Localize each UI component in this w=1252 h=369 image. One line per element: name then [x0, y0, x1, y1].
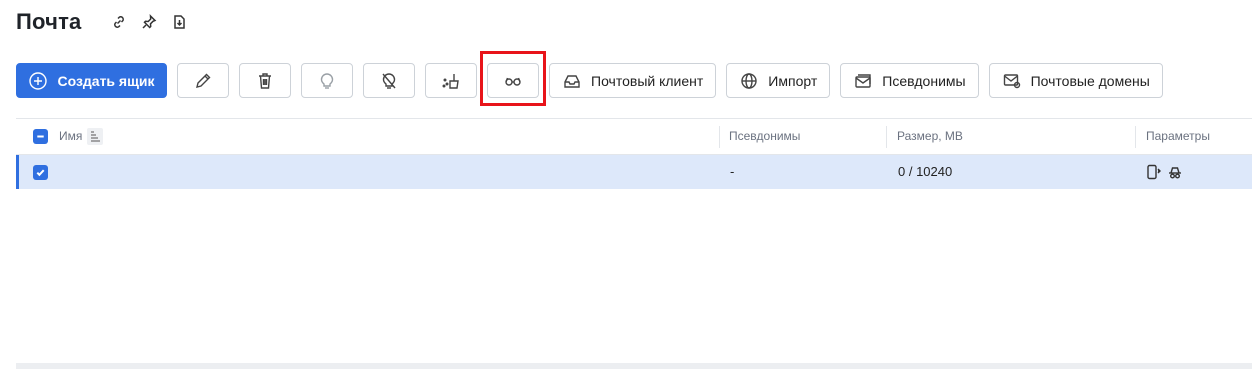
aliases-button[interactable]: Псевдонимы: [840, 63, 979, 98]
link-icon[interactable]: [110, 13, 128, 31]
globe-import-icon: [739, 71, 759, 91]
page-title: Почта: [16, 9, 82, 34]
delete-button[interactable]: [239, 63, 291, 98]
column-name[interactable]: Имя: [59, 119, 82, 154]
envelope-stack-icon: [853, 71, 873, 91]
row-checkbox[interactable]: [33, 165, 48, 180]
clean-button[interactable]: [425, 63, 477, 98]
table-header: Имя Псевдонимы Размер, MB Параметры: [16, 119, 1252, 155]
pencil-icon: [193, 71, 213, 91]
enable-button[interactable]: [301, 63, 353, 98]
column-params[interactable]: Параметры: [1146, 119, 1210, 154]
view-button[interactable]: [487, 63, 539, 98]
plus-circle-icon: [28, 71, 48, 91]
row-params: [1146, 164, 1183, 185]
column-divider[interactable]: [719, 126, 720, 148]
import-label: Импорт: [768, 72, 818, 89]
phone-forward-icon: [1146, 164, 1162, 185]
column-divider[interactable]: [886, 126, 887, 148]
create-mailbox-label: Создать ящик: [57, 72, 155, 89]
table-row[interactable]: - 0 / 10240: [16, 155, 1252, 189]
column-size[interactable]: Размер, MB: [897, 119, 963, 154]
sort-icon[interactable]: [87, 128, 103, 145]
aliases-label: Псевдонимы: [882, 72, 966, 89]
horizontal-scrollbar[interactable]: [16, 363, 1252, 369]
column-aliases[interactable]: Псевдонимы: [729, 119, 800, 154]
toolbar: Создать ящик Почтовый клиент Импорт Псев…: [16, 63, 1173, 98]
edit-button[interactable]: [177, 63, 229, 98]
export-icon[interactable]: [170, 13, 188, 31]
inbox-icon: [562, 71, 582, 91]
row-aliases: -: [730, 164, 735, 179]
clean-icon: [441, 71, 461, 91]
row-size: 0 / 10240: [898, 164, 953, 179]
mailbox-table: Имя Псевдонимы Размер, MB Параметры - 0 …: [16, 118, 1252, 364]
select-all-checkbox[interactable]: [33, 129, 48, 144]
glasses-icon: [503, 71, 523, 91]
pin-icon[interactable]: [140, 13, 158, 31]
mail-domains-label: Почтовые домены: [1030, 72, 1150, 89]
column-divider[interactable]: [1135, 126, 1136, 148]
incognito-icon: [1167, 164, 1183, 185]
import-button[interactable]: Импорт: [726, 63, 831, 98]
mail-client-button[interactable]: Почтовый клиент: [549, 63, 717, 98]
bulb-off-icon: [379, 71, 399, 91]
bulb-icon: [317, 71, 337, 91]
title-actions: [110, 13, 188, 31]
disable-button[interactable]: [363, 63, 415, 98]
trash-icon: [255, 71, 275, 91]
mail-client-label: Почтовый клиент: [591, 72, 704, 89]
create-mailbox-button[interactable]: Создать ящик: [16, 63, 167, 98]
mail-domains-button[interactable]: Почтовые домены: [988, 63, 1163, 98]
envelope-at-icon: [1002, 71, 1022, 91]
